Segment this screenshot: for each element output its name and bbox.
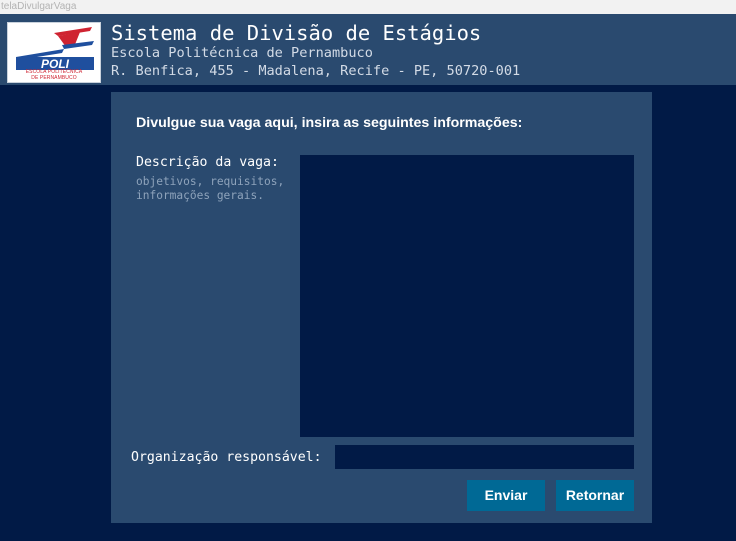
description-hint: objetivos, requisitos, informações gerai… xyxy=(136,175,285,202)
app-header: POLI ESCOLA POLITÉCNICA DE PERNAMBUCO Si… xyxy=(0,14,736,85)
organization-label: Organização responsável: xyxy=(131,450,322,465)
send-button[interactable]: Enviar xyxy=(467,480,545,511)
app-window: POLI ESCOLA POLITÉCNICA DE PERNAMBUCO Si… xyxy=(0,14,736,541)
logo-caption: ESCOLA POLITÉCNICA DE PERNAMBUCO xyxy=(25,69,83,81)
school-address: R. Benfica, 455 - Madalena, Recife - PE,… xyxy=(111,63,521,79)
job-posting-form: Divulgue sua vaga aqui, insira as seguin… xyxy=(111,92,652,523)
window-title: telaDivulgarVaga xyxy=(0,0,736,14)
description-label: Descrição da vaga: xyxy=(136,155,279,170)
description-textarea[interactable] xyxy=(300,155,634,437)
school-name: Escola Politécnica de Pernambuco xyxy=(111,45,373,61)
app-title: Sistema de Divisão de Estágios xyxy=(111,21,482,45)
back-button[interactable]: Retornar xyxy=(556,480,634,511)
organization-input[interactable] xyxy=(335,445,634,469)
form-heading: Divulgue sua vaga aqui, insira as seguin… xyxy=(136,115,523,131)
poli-logo: POLI ESCOLA POLITÉCNICA DE PERNAMBUCO xyxy=(7,22,101,83)
